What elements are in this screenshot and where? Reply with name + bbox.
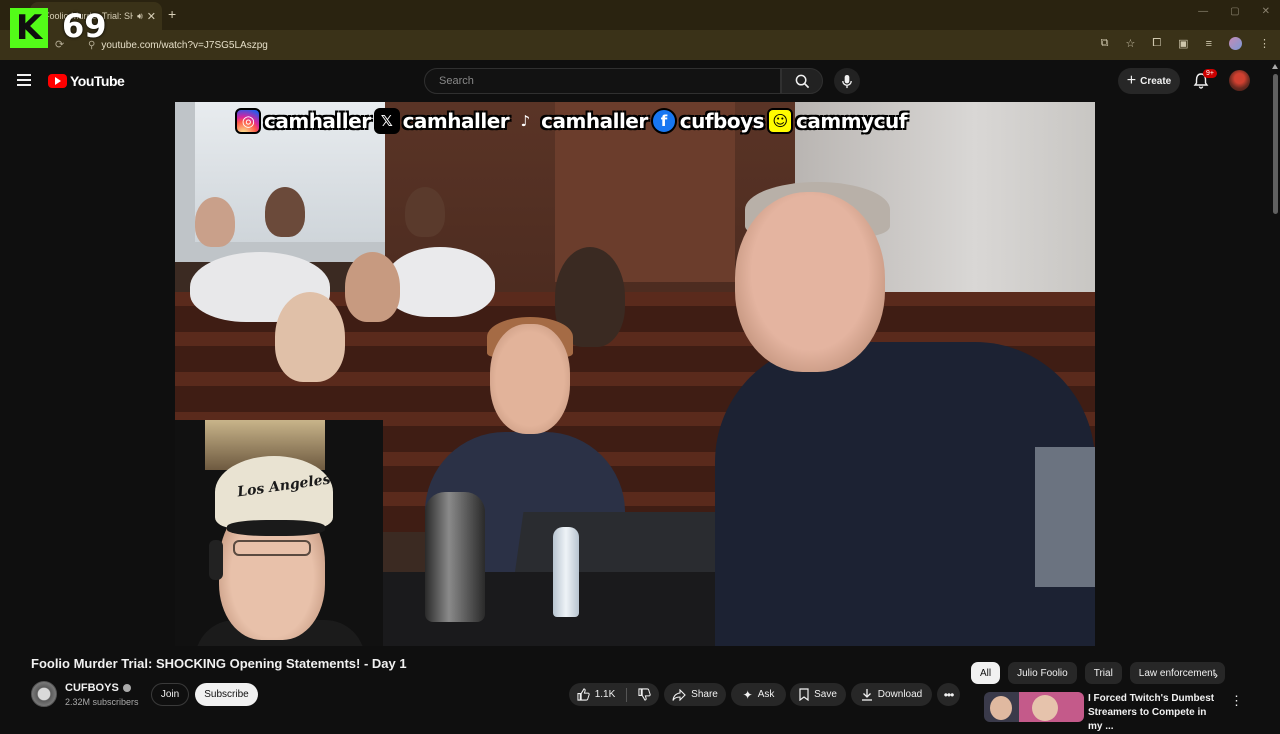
youtube-play-icon: [48, 74, 67, 88]
kick-viewer-count: 69: [62, 7, 107, 45]
download-label: Download: [877, 689, 923, 700]
chip-law-enforcement[interactable]: Law enforcement: [1129, 662, 1225, 684]
browser-tabbar: Foolio Murder Trial: SH 🔊︎ ✕ + — ▢ ✕: [0, 0, 1280, 30]
profile-avatar[interactable]: [1229, 37, 1242, 50]
youtube-logo[interactable]: YouTube: [48, 73, 125, 89]
close-tab-icon[interactable]: ✕: [147, 10, 156, 23]
snapchat-icon: ☺: [767, 108, 794, 134]
save-label: Save: [814, 689, 837, 700]
chip-all[interactable]: All: [971, 662, 1001, 684]
social-handle: camhaller: [264, 109, 371, 133]
channel-name: CUFBOYS: [65, 682, 119, 694]
search-button[interactable]: [781, 68, 823, 94]
scrollbar-thumb[interactable]: [1273, 74, 1278, 214]
video-title: Foolio Murder Trial: SHOCKING Opening St…: [31, 656, 407, 671]
youtube-wordmark: YouTube: [70, 73, 125, 89]
browser-menu-icon[interactable]: ⋮: [1259, 37, 1270, 50]
user-avatar[interactable]: [1229, 70, 1250, 91]
save-button[interactable]: Save: [790, 683, 846, 706]
search-box: [424, 68, 781, 94]
url-text: youtube.com/watch?v=J7SG5LAszpg: [101, 39, 268, 51]
subscribe-button[interactable]: Subscribe: [195, 683, 258, 706]
social-handle: cufboys: [679, 109, 765, 133]
hamburger-menu-icon[interactable]: [17, 74, 31, 86]
social-handle: camhaller: [541, 109, 648, 133]
verified-icon: [122, 684, 131, 692]
extensions-icon[interactable]: ⧠: [1152, 37, 1161, 50]
share-icon: [672, 688, 686, 701]
create-button[interactable]: + Create: [1118, 68, 1180, 94]
speaker-icon[interactable]: 🔊︎: [137, 11, 143, 22]
minimize-icon[interactable]: —: [1198, 6, 1208, 17]
microphone-icon: [842, 74, 852, 88]
dislike-button[interactable]: [638, 688, 651, 701]
bookmark-star-icon[interactable]: ☆: [1125, 37, 1135, 50]
facebook-icon: f: [650, 108, 677, 134]
voice-search-button[interactable]: [834, 68, 860, 94]
recommended-video-item[interactable]: I Forced Twitch's Dumbest Streamers to C…: [984, 690, 1254, 732]
instagram-icon: ◎: [235, 108, 261, 134]
new-tab-button[interactable]: +: [168, 6, 176, 22]
more-actions-button[interactable]: •••: [937, 683, 960, 706]
download-icon: [861, 689, 872, 701]
channel-avatar[interactable]: [31, 681, 57, 707]
address-bar: ⟳ ⚲ youtube.com/watch?v=J7SG5LAszpg ⧉ ☆ …: [0, 30, 1280, 60]
window-controls: — ▢ ✕: [1198, 6, 1270, 17]
chip-julio-foolio[interactable]: Julio Foolio: [1008, 662, 1077, 684]
thumbs-down-icon: [638, 688, 651, 701]
recommended-title[interactable]: I Forced Twitch's Dumbest Streamers to C…: [1088, 692, 1223, 734]
plus-icon: +: [1126, 72, 1137, 89]
x-icon: 𝕏: [373, 108, 400, 134]
chevron-right-icon[interactable]: ›: [1214, 668, 1218, 682]
like-count: 1.1K: [594, 689, 616, 700]
social-handles-overlay: ◎ camhaller 𝕏 camhaller ♪ camhaller f cu…: [235, 106, 907, 136]
video-player[interactable]: ◎ camhaller 𝕏 camhaller ♪ camhaller f cu…: [175, 102, 1095, 646]
channel-name-row[interactable]: CUFBOYS: [65, 682, 131, 694]
url-field[interactable]: ⚲ youtube.com/watch?v=J7SG5LAszpg: [82, 35, 1072, 55]
sparkle-icon: ✦: [742, 687, 753, 702]
media-controls-icon[interactable]: ≡: [1206, 38, 1212, 50]
tiktok-icon: ♪: [520, 112, 531, 130]
create-label: Create: [1140, 75, 1172, 87]
page-scrollbar[interactable]: [1270, 62, 1280, 720]
close-window-icon[interactable]: ✕: [1262, 6, 1270, 17]
like-dislike-group: 1.1K: [569, 683, 659, 706]
recommended-thumbnail[interactable]: [984, 692, 1084, 722]
social-handle: camhaller: [402, 109, 510, 133]
search-icon: [795, 74, 809, 88]
scroll-up-arrow-icon[interactable]: [1272, 64, 1278, 69]
share-button[interactable]: Share: [664, 683, 726, 706]
streamer-webcam: Los Angeles: [175, 420, 383, 646]
more-horizontal-icon: •••: [943, 687, 955, 702]
ask-label: Ask: [757, 689, 775, 700]
join-button[interactable]: Join: [151, 683, 189, 706]
related-filter-chips: All Julio Foolio Trial Law enforcement: [971, 662, 1225, 684]
social-handle: cammycuf: [796, 109, 907, 133]
download-button[interactable]: Download: [851, 683, 932, 706]
browser-toolbar: ⧉ ☆ ⧠ ▣ ≡ ⋮: [1101, 37, 1270, 50]
bookmark-icon: [799, 688, 809, 701]
search-input[interactable]: [439, 75, 780, 87]
chip-trial[interactable]: Trial: [1084, 662, 1122, 684]
notification-count-badge: 9+: [1203, 69, 1217, 78]
kick-logo: K: [10, 8, 48, 48]
youtube-header: YouTube + Create 9+: [0, 60, 1280, 102]
subscriber-count: 2.32M subscribers: [65, 697, 139, 707]
thumbs-up-icon: [577, 688, 590, 701]
share-label: Share: [691, 689, 718, 700]
ask-button[interactable]: ✦ Ask: [731, 683, 786, 706]
more-vertical-icon[interactable]: ⋮: [1230, 693, 1243, 709]
maximize-icon[interactable]: ▢: [1230, 6, 1239, 17]
sidebar-icon[interactable]: ▣: [1178, 37, 1188, 50]
install-app-icon[interactable]: ⧉: [1101, 37, 1109, 50]
like-button[interactable]: 1.1K: [577, 688, 616, 701]
